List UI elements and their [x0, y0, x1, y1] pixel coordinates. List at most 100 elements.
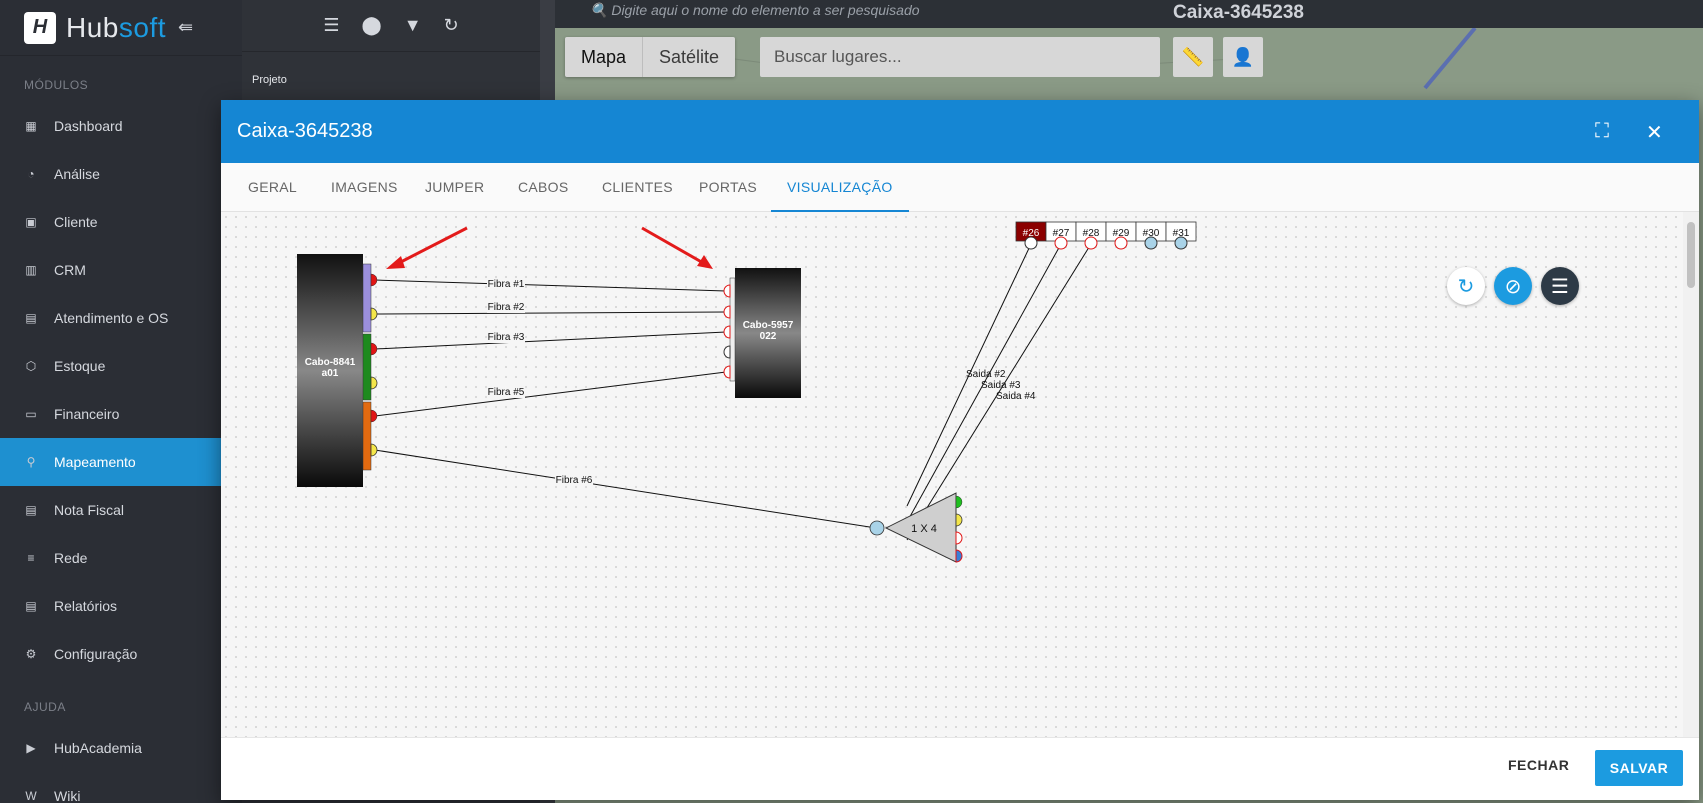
- cable-right[interactable]: Cabo-5957 022: [729, 268, 801, 398]
- tab-jumper[interactable]: JUMPER: [425, 163, 484, 212]
- menu-icon[interactable]: ☰: [1541, 267, 1579, 305]
- sidebar: H Hubsoft ⇚ MÓDULOS ▦ Dashboard ◔ Análise ▣ C…: [0, 0, 242, 803]
- modal-header: Caixa-3645238 ⛶ ✕: [221, 100, 1699, 163]
- sidebar-item-label: CRM: [54, 262, 86, 278]
- cable-left-fiber-ports[interactable]: [370, 273, 378, 457]
- sidebar-item-relat-rios[interactable]: ▤ Relatórios: [0, 582, 242, 630]
- cable-left-label-1: Cabo-8841: [305, 357, 356, 368]
- dashboard-icon: ▦: [25, 119, 37, 133]
- sidebar-item-rede[interactable]: ≡ Rede: [0, 534, 242, 582]
- sidebar-item-mapeamento[interactable]: ⚲ Mapeamento: [0, 438, 242, 486]
- hubsoft-logo-icon[interactable]: H: [24, 11, 56, 44]
- youtube-icon: ▶: [26, 741, 36, 755]
- fullscreen-icon[interactable]: ⛶: [1595, 120, 1609, 143]
- port-cell[interactable]: #26: [1015, 221, 1047, 250]
- sidebar-item-label: Dashboard: [54, 118, 123, 134]
- canvas-scrollbar[interactable]: [1683, 212, 1699, 737]
- refresh-diagram-icon[interactable]: ↻: [1447, 267, 1485, 305]
- save-button[interactable]: SALVAR: [1595, 750, 1683, 786]
- port-label: #31: [1173, 228, 1190, 239]
- cable-left[interactable]: Cabo-8841 a01: [297, 254, 372, 487]
- port-cell[interactable]: #29: [1105, 221, 1137, 250]
- element-search-input[interactable]: 🔍 Digite aqui o nome do elemento a ser p…: [590, 2, 920, 19]
- tab-visualiza-o[interactable]: VISUALIZAÇÃO: [771, 163, 909, 212]
- port-label: #26: [1023, 228, 1040, 239]
- fiber-labels: Fibra #1 Fibra #2 Fibra #3 Fibra #5 Fibra #6: [487, 278, 593, 486]
- sidebar-item-wiki[interactable]: W Wiki: [0, 772, 242, 803]
- box-detail-modal: Caixa-3645238 ⛶ ✕ GERAL IMAGENS JUMPER CABO…: [221, 100, 1699, 800]
- port-cell[interactable]: #28: [1075, 221, 1107, 250]
- gear-icon: ⚙: [25, 647, 37, 661]
- filter-icon[interactable]: ▼: [404, 15, 422, 36]
- splitter-output-label: Saida #2: [966, 369, 1006, 380]
- add-user-icon[interactable]: 👤: [1223, 37, 1263, 77]
- help-section-label: AJUDA: [24, 700, 66, 714]
- sidebar-item-label: Financeiro: [54, 406, 120, 422]
- close-icon[interactable]: ✕: [1646, 120, 1663, 145]
- places-search-input[interactable]: Buscar lugares...: [760, 37, 1160, 77]
- map-pin-icon: ⚲: [26, 455, 36, 469]
- splitter-output-label: Saida #3: [981, 380, 1021, 391]
- modal-tabs: GERAL IMAGENS JUMPER CABOS CLIENTES PORTAS VIS…: [221, 163, 1699, 212]
- tab-clientes[interactable]: CLIENTES: [602, 163, 673, 212]
- sidebar-item-dashboard[interactable]: ▦ Dashboard: [0, 102, 242, 150]
- sidebar-item-hubacademia[interactable]: ▶ HubAcademia: [0, 724, 242, 772]
- sidebar-item-nota-fiscal[interactable]: ▤ Nota Fiscal: [0, 486, 242, 534]
- sidebar-item-label: Configuração: [54, 646, 138, 662]
- port-label: #28: [1083, 228, 1100, 239]
- sidebar-item-crm[interactable]: ▥ CRM: [0, 246, 242, 294]
- tab-imagens[interactable]: IMAGENS: [331, 163, 398, 212]
- annotation-arrow-left: [386, 226, 468, 269]
- cable-right-label-1: Cabo-5957: [743, 320, 794, 331]
- modules-section-label: MÓDULOS: [24, 78, 89, 92]
- money-icon: ▭: [25, 407, 37, 421]
- map-type-toggle: Mapa Satélite: [565, 37, 736, 77]
- calendar-clock-icon: ▤: [25, 311, 37, 325]
- document-icon: ▤: [25, 503, 37, 517]
- scrollbar-thumb[interactable]: [1687, 222, 1695, 288]
- close-button[interactable]: FECHAR: [1508, 757, 1569, 773]
- port-cell[interactable]: #31: [1165, 221, 1197, 250]
- sidebar-item-label: Cliente: [54, 214, 98, 230]
- cable-left-label-2: a01: [322, 368, 339, 379]
- pie-chart-icon: ◔: [27, 167, 35, 181]
- ruler-icon[interactable]: 📏: [1173, 37, 1213, 77]
- tab-geral[interactable]: GERAL: [248, 163, 297, 212]
- tab-cabos[interactable]: CABOS: [518, 163, 569, 212]
- fiber-label: Fibra #1: [488, 279, 525, 290]
- port-cell[interactable]: #27: [1045, 221, 1077, 250]
- port-label: #27: [1053, 228, 1070, 239]
- port-strip: #26 #27 #28 #29 #30 #31: [1015, 221, 1197, 250]
- box-icon: ⬡: [25, 359, 37, 373]
- splitter-output-label: Saida #4: [996, 391, 1036, 402]
- location-pin-icon[interactable]: ⬤: [362, 15, 382, 36]
- sidebar-item-atendimento-e-os[interactable]: ▤ Atendimento e OS: [0, 294, 242, 342]
- sidebar-item-label: Nota Fiscal: [54, 502, 125, 518]
- sidebar-item-configura-o[interactable]: ⚙Configuração›: [0, 630, 242, 678]
- map-type-satellite-button[interactable]: Satélite: [643, 37, 735, 77]
- sidebar-item-cliente[interactable]: ▣Cliente›: [0, 198, 242, 246]
- hubsoft-logo-text[interactable]: Hubsoft: [66, 12, 166, 44]
- sidebar-item-estoque[interactable]: ⬡ Estoque: [0, 342, 242, 390]
- sidebar-item-financeiro[interactable]: ▭ Financeiro: [0, 390, 242, 438]
- contact-card-icon: ▣: [25, 215, 37, 229]
- server-icon: ≡: [27, 551, 35, 565]
- sidebar-item-an-lise[interactable]: ◔ Análise: [0, 150, 242, 198]
- sidebar-item-label: HubAcademia: [54, 740, 142, 756]
- menu-icon[interactable]: ☰: [323, 15, 339, 36]
- collapse-menu-icon[interactable]: ⇚: [178, 17, 193, 38]
- panel-toolbar: ☰ ⬤ ▼ ↻: [242, 0, 540, 52]
- map-type-map-button[interactable]: Mapa: [565, 37, 644, 77]
- fiber-label: Fibra #2: [488, 302, 525, 313]
- modal-footer: FECHAR SALVAR: [221, 737, 1699, 800]
- port-cell[interactable]: #30: [1135, 221, 1167, 250]
- map-search-bar: 🔍 Digite aqui o nome do elemento a ser p…: [555, 0, 1703, 28]
- link-icon[interactable]: ⊘: [1494, 267, 1532, 305]
- sidebar-item-label: Wiki: [54, 788, 81, 803]
- splitter-1x4[interactable]: 1 X 4: [869, 492, 963, 563]
- tab-portas[interactable]: PORTAS: [699, 163, 757, 212]
- trello-icon: ▥: [25, 263, 37, 277]
- port-label: #30: [1143, 228, 1160, 239]
- cable-right-fiber-ports[interactable]: [723, 284, 731, 379]
- refresh-icon[interactable]: ↻: [444, 15, 459, 36]
